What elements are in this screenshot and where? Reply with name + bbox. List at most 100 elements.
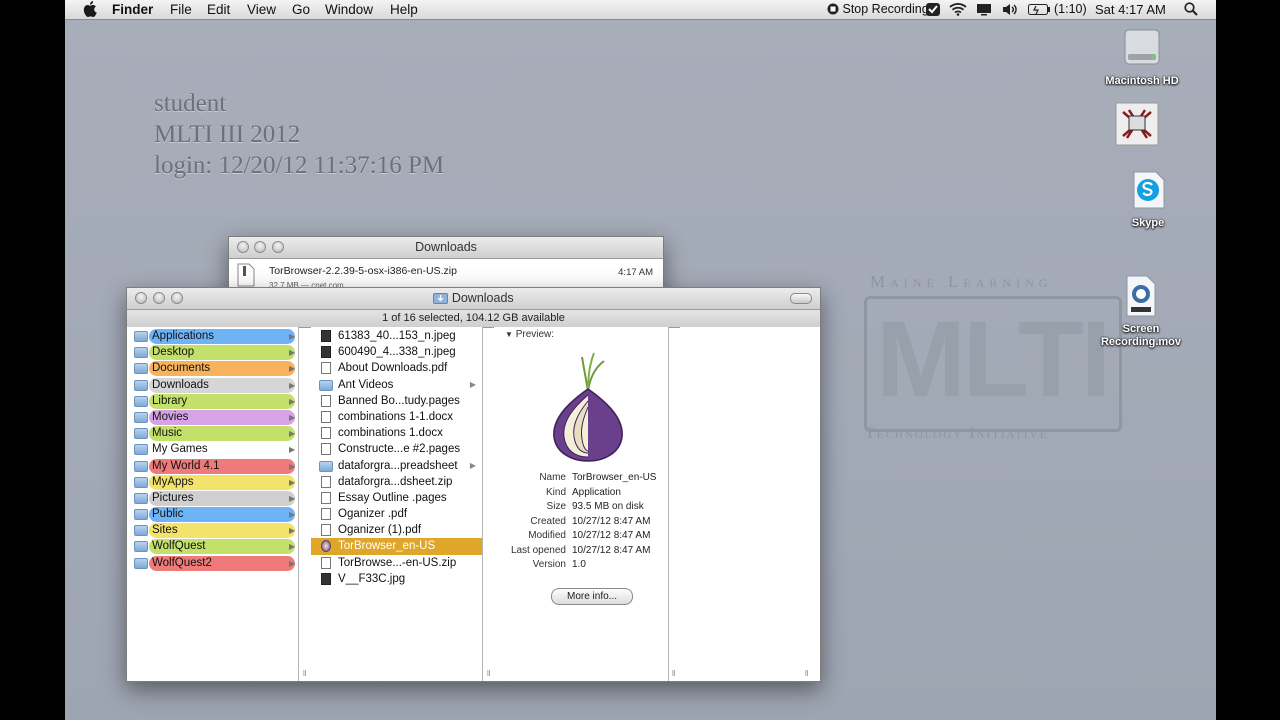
sidebar-item[interactable]: My Games ▶ <box>132 442 298 457</box>
file-row[interactable]: Oganizer .pdf <box>311 506 482 522</box>
stop-recording-label: Stop Recording <box>842 2 929 16</box>
chevron-right-icon: ▶ <box>289 364 296 374</box>
file-row[interactable]: Ant Videos ▶ <box>311 377 482 393</box>
volume-icon[interactable] <box>1002 3 1019 16</box>
folder-icon <box>134 476 148 488</box>
document-icon <box>321 443 331 456</box>
checkmark-shield-icon[interactable] <box>925 2 941 17</box>
file-row[interactable]: combinations 1.docx <box>311 425 482 441</box>
login-machine: MLTI III 2012 <box>154 121 301 148</box>
finder-window[interactable]: Downloads 1 of 16 selected, 104.12 GB av… <box>126 287 821 682</box>
skype-icon <box>1133 171 1165 209</box>
file-row[interactable]: 61383_40...153_n.jpeg <box>311 328 482 344</box>
file-row[interactable]: TorBrowser_en-US <box>311 538 482 555</box>
chevron-right-icon: ▶ <box>469 460 476 470</box>
sidebar-item[interactable]: WolfQuest2 ▶ <box>132 555 298 571</box>
apple-menu-icon[interactable] <box>83 1 97 17</box>
sidebar-item[interactable]: Public ▶ <box>132 507 298 523</box>
sidebar-item[interactable]: Movies ▶ <box>132 409 298 425</box>
file-name: combinations 1.docx <box>338 427 443 440</box>
sidebar-item-label: Library <box>152 394 188 407</box>
downloads-window-titlebar[interactable]: Downloads <box>229 237 663 259</box>
preview-info-value: TorBrowser_en-US <box>572 472 657 483</box>
tor-onion-icon <box>553 352 623 462</box>
menu-finder[interactable]: Finder <box>112 1 153 18</box>
sidebar-item[interactable]: My World 4.1 ▶ <box>132 458 298 474</box>
file-row[interactable]: dataforgra...dsheet.zip <box>311 474 482 490</box>
sidebar-item[interactable]: WolfQuest ▶ <box>132 539 298 555</box>
document-icon <box>321 524 331 537</box>
menu-window[interactable]: Window <box>325 1 373 18</box>
menu-view[interactable]: View <box>247 1 276 18</box>
battery-icon[interactable] <box>1028 4 1050 15</box>
file-row[interactable]: dataforgra...preadsheet ▶ <box>311 458 482 474</box>
menu-go[interactable]: Go <box>292 1 310 18</box>
preview-info-row: Version 1.0 <box>494 558 668 572</box>
desktop-icon-screen-recording[interactable]: Screen Recording.mov <box>1096 274 1186 349</box>
preview-header[interactable]: ▼ Preview: <box>505 329 554 340</box>
chevron-right-icon: ▶ <box>289 477 296 487</box>
display-icon[interactable] <box>976 3 992 16</box>
column-resize-handle[interactable]: ll <box>303 669 307 678</box>
download-item-time: 4:17 AM <box>618 267 653 278</box>
sidebar-item[interactable]: MyApps ▶ <box>132 474 298 490</box>
zoom-button[interactable] <box>171 292 183 304</box>
preview-info-key: Size <box>546 501 566 512</box>
spotlight-search-icon[interactable] <box>1184 2 1198 16</box>
file-row[interactable]: V__F33C.jpg <box>311 571 482 587</box>
finder-titlebar[interactable]: Downloads <box>127 288 820 310</box>
desktop-icon-skype[interactable]: Skype <box>1115 168 1181 230</box>
menu-help[interactable]: Help <box>390 1 418 18</box>
sidebar-item-label: Pictures <box>152 491 194 504</box>
file-row[interactable]: Banned Bo...tudy.pages <box>311 393 482 409</box>
sidebar-item-label: MyApps <box>152 475 194 488</box>
close-button[interactable] <box>135 292 147 304</box>
sidebar-item[interactable]: Applications ▶ <box>132 329 298 344</box>
stop-recording-menu[interactable]: Stop Recording <box>827 1 929 18</box>
file-row[interactable]: Oganizer (1).pdf <box>311 522 482 538</box>
document-icon <box>321 556 331 569</box>
chevron-right-icon: ▶ <box>289 526 296 536</box>
sidebar-item[interactable]: Music ▶ <box>132 426 298 442</box>
file-name: Oganizer (1).pdf <box>338 524 422 537</box>
folder-icon <box>134 492 148 504</box>
toolbar-toggle-button[interactable] <box>790 293 812 304</box>
file-name: Banned Bo...tudy.pages <box>338 394 460 407</box>
zoom-button[interactable] <box>272 241 284 253</box>
minimize-button[interactable] <box>153 292 165 304</box>
more-info-button[interactable]: More info... <box>551 588 633 605</box>
sidebar-item[interactable]: Documents ▶ <box>132 361 298 377</box>
file-row[interactable]: combinations 1-1.docx <box>311 409 482 425</box>
file-row[interactable]: Constructe...e #2.pages <box>311 441 482 457</box>
sidebar-item[interactable]: Desktop ▶ <box>132 345 298 361</box>
desktop-icon-macintosh-hd[interactable]: Macintosh HD <box>1090 26 1194 88</box>
sidebar-item[interactable]: Pictures ▶ <box>132 490 298 506</box>
file-name: 61383_40...153_n.jpeg <box>338 330 456 342</box>
column-resize-handle[interactable]: ll <box>672 669 676 678</box>
column-resize-handle[interactable]: ll <box>487 669 491 678</box>
menu-file[interactable]: File <box>170 1 192 18</box>
sidebar-item[interactable]: Sites ▶ <box>132 523 298 539</box>
wifi-icon[interactable] <box>949 2 967 16</box>
file-row[interactable]: TorBrowse...-en-US.zip <box>311 555 482 571</box>
desktop-icon-image[interactable] <box>1114 102 1160 151</box>
column-resize-handle[interactable]: ll <box>805 669 809 678</box>
close-button[interactable] <box>237 241 249 253</box>
sidebar-item[interactable]: Library ▶ <box>132 393 298 409</box>
file-row[interactable]: 600490_4...338_n.jpeg <box>311 344 482 360</box>
disclosure-triangle-icon: ▼ <box>505 330 513 339</box>
sidebar-item[interactable]: Downloads ▶ <box>132 377 298 393</box>
file-name: Essay Outline .pages <box>338 491 447 504</box>
preview-info-key: Created <box>530 515 566 527</box>
chevron-right-icon: ▶ <box>289 332 296 341</box>
minimize-button[interactable] <box>254 241 266 253</box>
preview-header-label: Preview: <box>515 329 555 340</box>
menu-clock[interactable]: Sat 4:17 AM <box>1095 1 1166 18</box>
preview-info-key: Last opened <box>510 544 566 556</box>
file-row[interactable]: About Downloads.pdf <box>311 360 482 376</box>
file-name: About Downloads.pdf <box>338 362 448 375</box>
menu-edit[interactable]: Edit <box>207 1 230 18</box>
file-row[interactable]: Essay Outline .pages <box>311 490 482 506</box>
preview-info-row: Created 10/27/12 8:47 AM <box>494 515 668 529</box>
battery-time[interactable]: (1:10) <box>1054 1 1087 18</box>
